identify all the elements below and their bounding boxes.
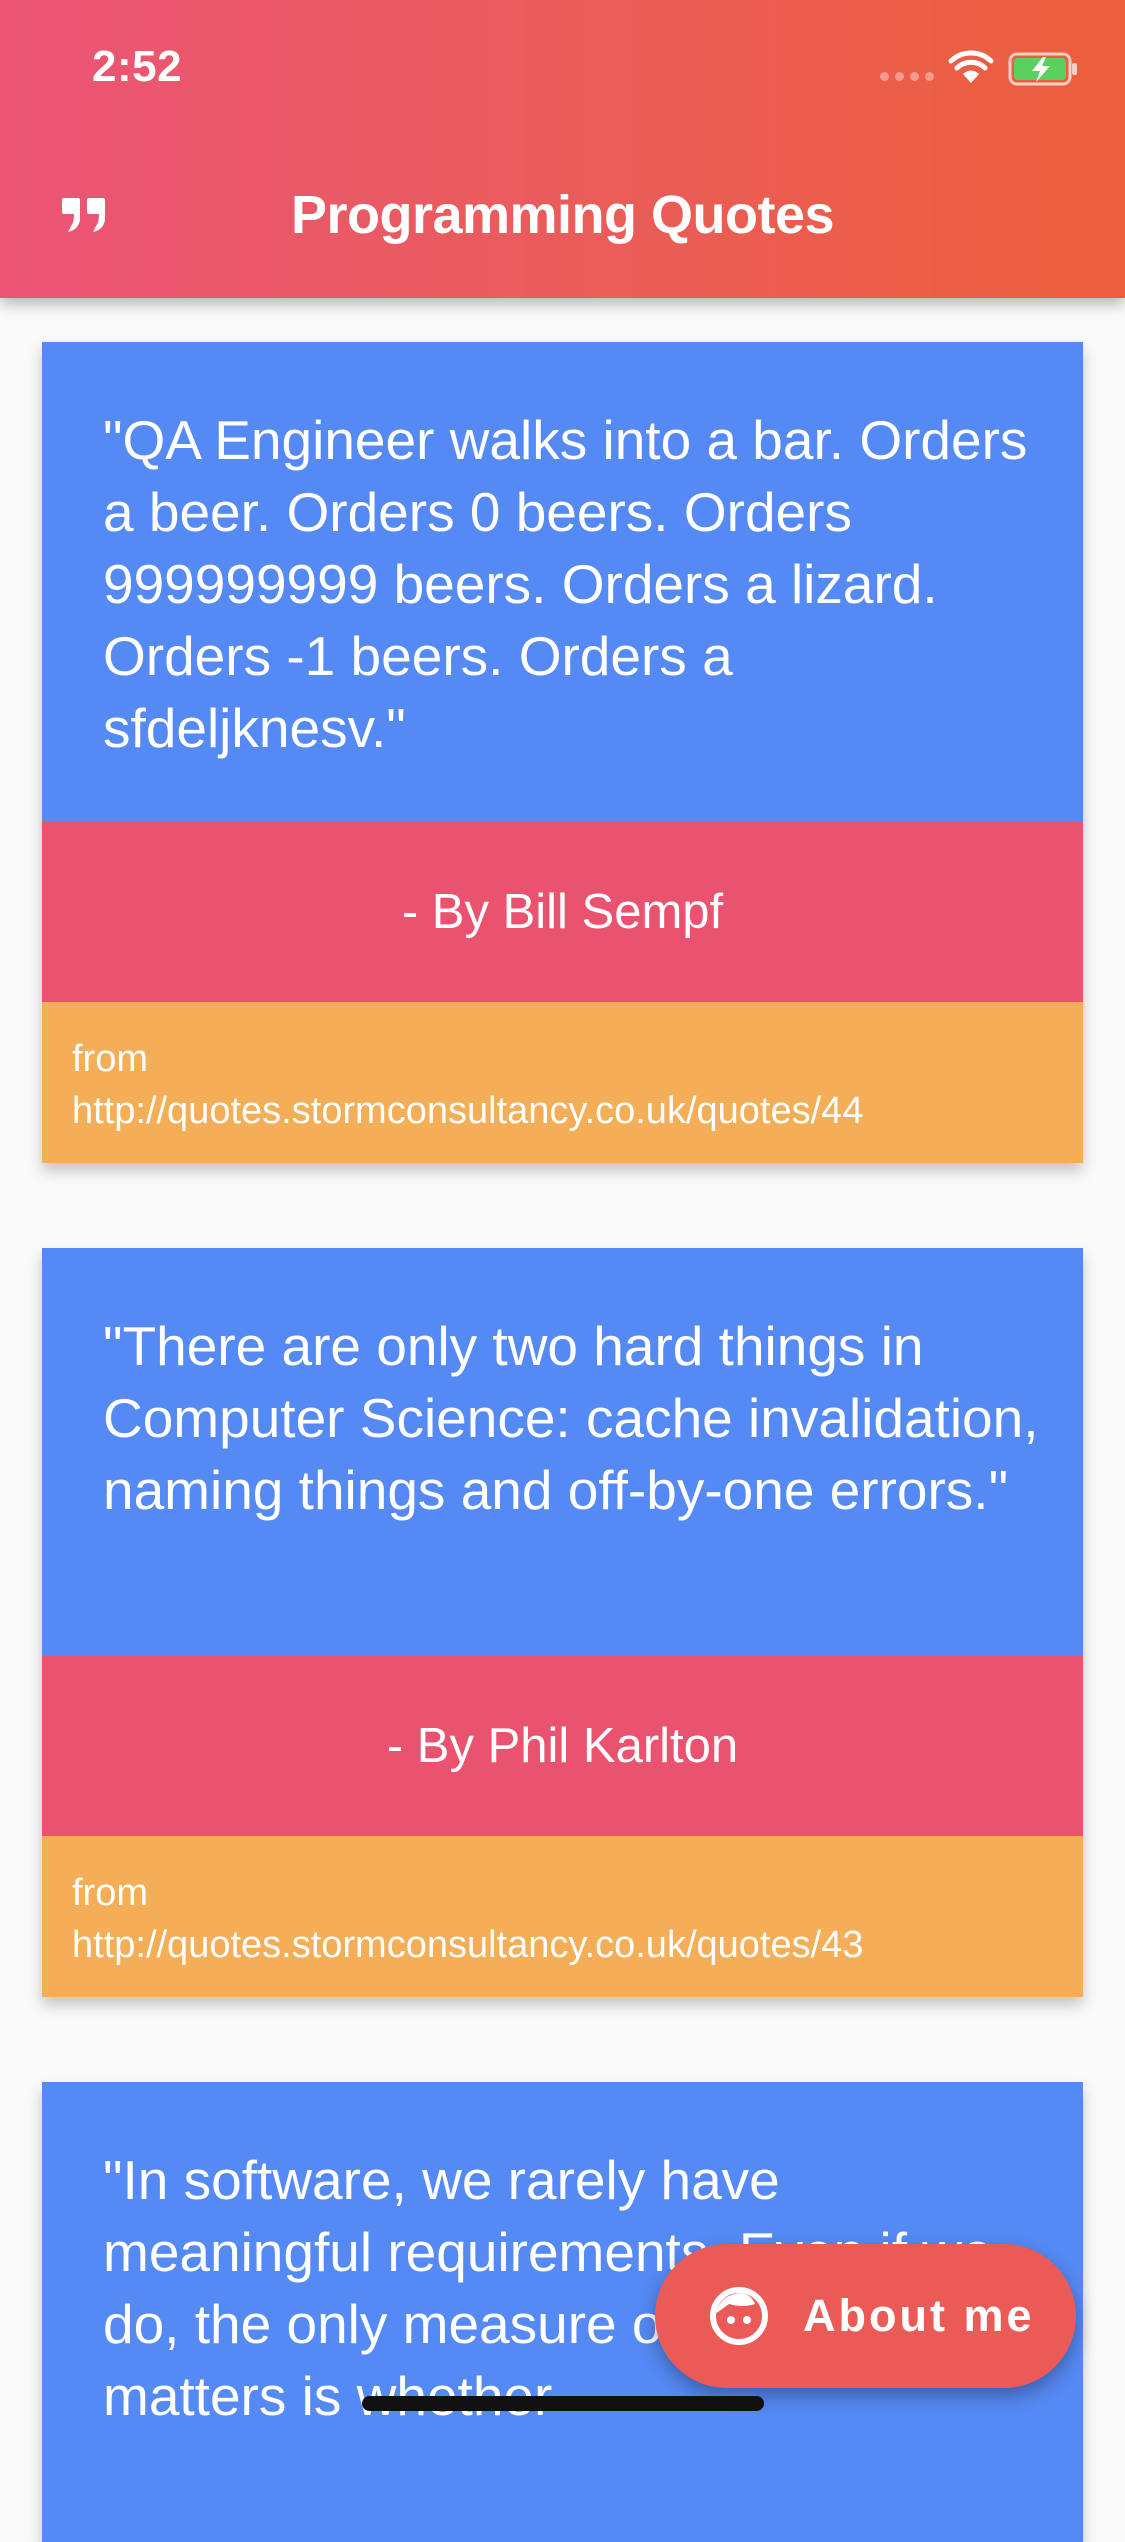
wifi-icon [948,50,994,83]
home-indicator[interactable] [362,2396,764,2411]
quote-author: - By Bill Sempf [42,822,1083,1002]
signal-dots-icon [880,72,934,81]
status-time: 2:52 [92,42,183,91]
quote-author: - By Phil Karlton [42,1656,1083,1836]
about-me-button[interactable]: About me [655,2244,1076,2388]
quote-card[interactable]: "QA Engineer walks into a bar. Orders a … [42,342,1083,1163]
face-icon [710,2287,768,2345]
quote-text: "There are only two hard things in Compu… [42,1248,1083,1656]
app-bar: 2:52 Programming Quotes [0,0,1125,298]
quote-source-link[interactable]: from http://quotes.stormconsultancy.co.u… [42,1836,1083,1997]
about-me-label: About me [803,2290,1035,2341]
quote-source-link[interactable]: from http://quotes.stormconsultancy.co.u… [42,1002,1083,1163]
battery-charging-icon [1008,52,1077,86]
quote-card[interactable]: "There are only two hard things in Compu… [42,1248,1083,1997]
quote-text: "QA Engineer walks into a bar. Orders a … [42,342,1083,822]
page-title: Programming Quotes [290,185,835,245]
